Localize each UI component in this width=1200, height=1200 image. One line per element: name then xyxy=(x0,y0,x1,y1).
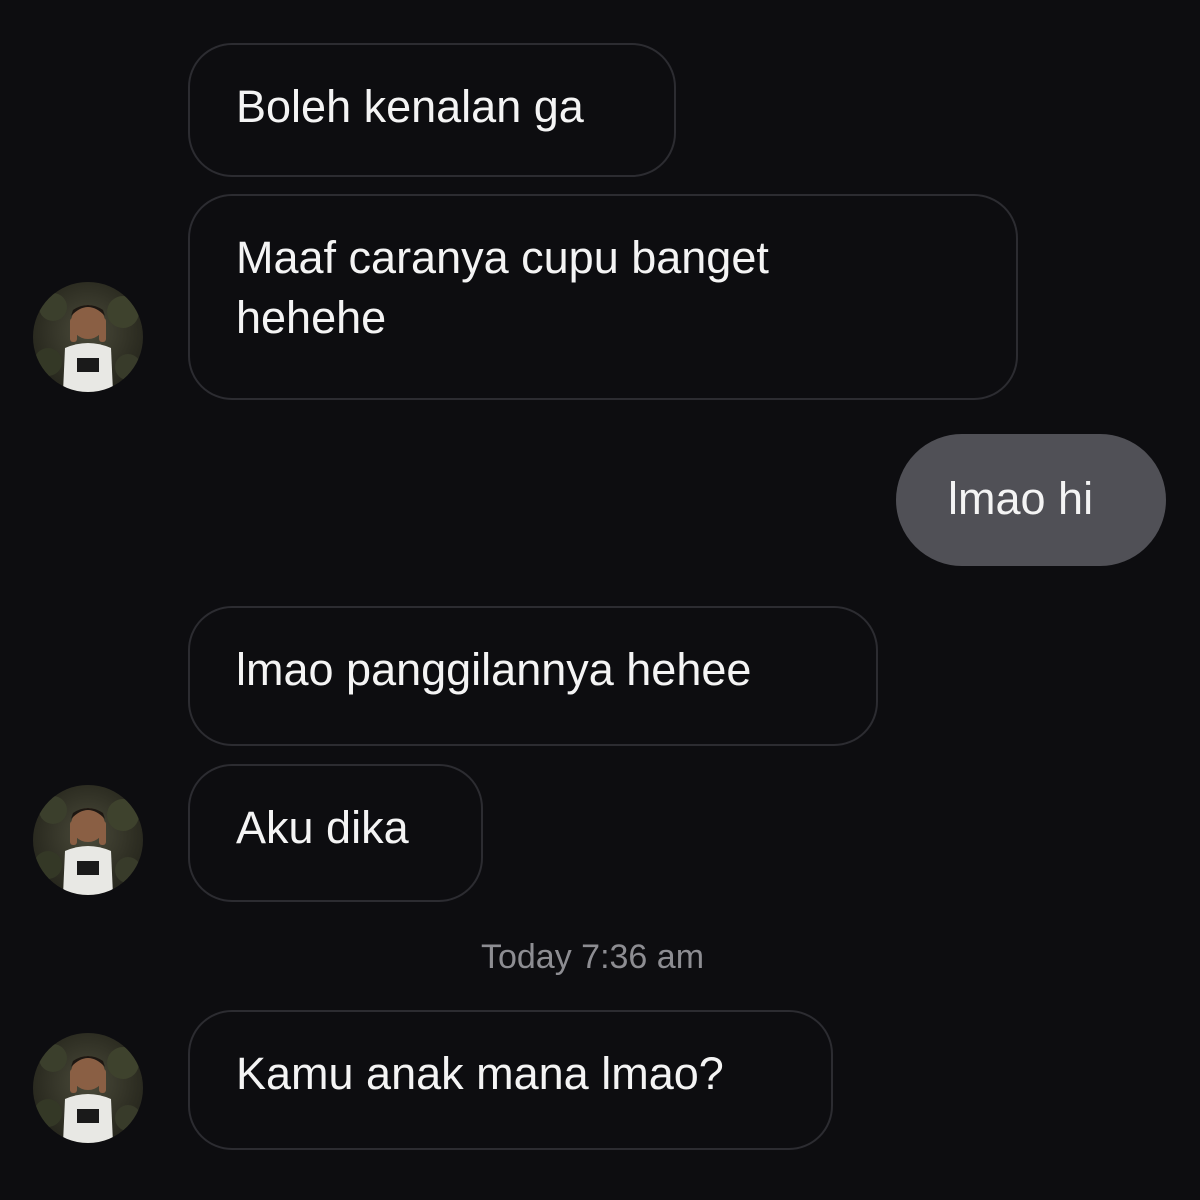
contact-avatar-icon[interactable] xyxy=(33,282,143,392)
contact-avatar-icon[interactable] xyxy=(33,785,143,895)
message-bubble-received[interactable]: Maaf caranya cupu banget hehehe xyxy=(188,194,1018,400)
message-bubble-received[interactable]: Aku dika xyxy=(188,764,483,902)
message-bubble-sent[interactable]: lmao hi xyxy=(896,434,1166,566)
message-bubble-received[interactable]: lmao panggilannya hehee xyxy=(188,606,878,746)
message-bubble-received[interactable]: Boleh kenalan ga xyxy=(188,43,676,177)
contact-avatar-icon[interactable] xyxy=(33,1033,143,1143)
message-bubble-received[interactable]: Kamu anak mana lmao? xyxy=(188,1010,833,1150)
timestamp-divider: Today 7:36 am xyxy=(480,938,705,976)
